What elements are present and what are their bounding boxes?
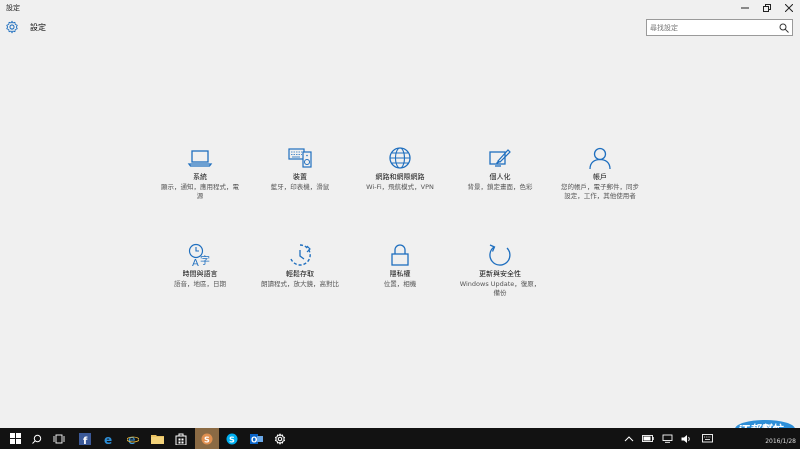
tile-desc: 朗讀程式，放大鏡，高對比 [261,280,339,288]
volume-icon[interactable] [681,434,692,444]
tile-ease-of-access[interactable]: 輕鬆存取 朗讀程式，放大鏡，高對比 [252,242,348,289]
svg-text:f: f [83,436,88,445]
outlook-icon: O [249,433,263,444]
person-icon [589,147,611,170]
taskbar: f e e S S O 2016/1/28 [0,428,800,449]
system-tray [624,428,713,449]
svg-text:e: e [104,433,112,445]
sync-icon [489,244,511,266]
tile-name: 系統 [193,173,207,181]
tile-name: 網路和網際網路 [375,173,425,181]
edge-icon: e [104,433,112,445]
tile-desc: 您的帳戶，電子郵件，同步設定，工作，其他使用者 [561,183,639,200]
tile-name: 個人化 [489,173,511,181]
lock-icon [391,244,409,266]
taskbar-ie[interactable]: e [122,428,144,449]
tile-desc: 位置，相機 [383,280,417,288]
window-title: 設定 [6,4,20,12]
devices-icon [288,148,312,168]
tile-personalization[interactable]: 個人化 背景，鎖定畫面，色彩 [452,145,548,192]
facebook-icon: f [79,432,91,445]
taskbar-explorer[interactable] [146,428,168,449]
task-view-button[interactable] [48,428,70,449]
tile-desc: 顯示，通知，應用程式，電源 [161,183,239,200]
skype-icon: S [201,433,213,444]
tile-accounts[interactable]: 帳戶 您的帳戶，電子郵件，同步設定，工作，其他使用者 [552,145,648,201]
ease-of-access-icon [290,244,311,266]
search-button[interactable] [26,428,48,449]
tile-desc: 藍牙，印表機，滑鼠 [270,183,330,191]
start-button[interactable] [4,428,26,449]
network-icon[interactable] [662,434,673,443]
tile-name: 帳戶 [593,173,607,181]
tile-name: 時間與語言 [182,270,218,278]
title-bar: 設定 [0,0,800,16]
chevron-up-icon[interactable] [624,434,634,444]
tile-name: 更新與安全性 [479,270,521,278]
tile-desc: 背景，鎖定畫面，色彩 [467,183,533,191]
tile-name: 隱私權 [389,270,411,278]
svg-text:字: 字 [200,254,210,267]
personalize-icon [489,149,511,167]
skype-icon: S [226,433,238,444]
taskbar-store[interactable] [170,428,192,449]
tile-devices[interactable]: 裝置 藍牙，印表機，滑鼠 [252,145,348,192]
clock-date[interactable]: 2016/1/28 [765,438,796,445]
gear-icon [275,433,285,444]
globe-icon [389,147,411,169]
close-button[interactable] [776,0,800,16]
tile-time-language[interactable]: A 字 時間與語言 語音，地區，日期 [152,242,248,289]
tile-name: 輕鬆存取 [286,270,314,278]
task-view-icon [53,434,65,443]
tile-desc: Windows Update，復原，備份 [459,280,541,297]
tile-update-security[interactable]: 更新與安全性 Windows Update，復原，備份 [452,242,548,298]
laptop-icon [187,150,213,167]
taskbar-facebook[interactable]: f [74,428,96,449]
taskbar-skype[interactable]: S [221,428,243,449]
svg-text:A: A [192,258,199,268]
taskbar-edge[interactable]: e [98,428,120,449]
svg-text:O: O [251,435,257,444]
tile-desc: 語音，地區，日期 [174,280,226,288]
store-icon [175,433,187,445]
battery-icon[interactable] [642,434,654,443]
keyboard-icon[interactable] [702,434,713,443]
windows-logo-icon [9,433,21,444]
tile-desc: Wi-Fi，飛航模式，VPN [366,183,434,191]
taskbar-settings[interactable] [269,428,291,449]
svg-text:S: S [204,435,210,444]
restore-icon [763,4,771,12]
svg-text:e: e [128,433,135,445]
close-icon [785,4,793,12]
folder-icon [150,435,164,444]
taskbar-photo-app[interactable]: S [195,428,219,449]
tile-system[interactable]: 系統 顯示，通知，應用程式，電源 [152,145,248,201]
search-input[interactable] [650,22,770,33]
page-title: 設定 [30,23,46,32]
tile-network[interactable]: 網路和網際網路 Wi-Fi，飛航模式，VPN [352,145,448,192]
taskbar-outlook[interactable]: O [245,428,267,449]
svg-text:S: S [229,435,235,444]
search-box[interactable] [646,19,793,36]
tile-privacy[interactable]: 隱私權 位置，相機 [352,242,448,289]
time-language-icon: A 字 [188,243,210,268]
search-icon[interactable] [779,23,789,33]
internet-explorer-icon: e [127,433,139,445]
tile-name: 裝置 [293,173,307,181]
gear-icon [6,20,18,34]
search-icon [32,434,42,444]
minimize-icon [741,7,749,9]
